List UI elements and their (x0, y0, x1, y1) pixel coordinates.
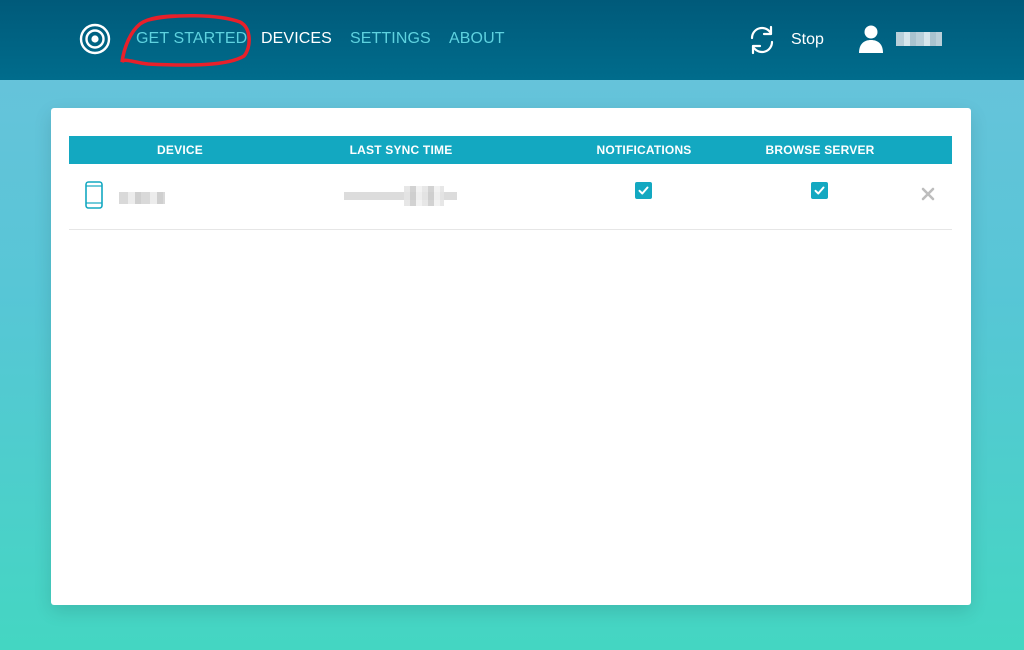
sync-icon (750, 25, 774, 55)
column-header-notifications: NOTIFICATIONS (596, 143, 692, 157)
app-logo-icon[interactable] (79, 23, 111, 55)
top-navigation-bar: GET STARTED DEVICES SETTINGS ABOUT Stop (0, 0, 1024, 80)
last-sync-time-redacted (344, 186, 457, 206)
notifications-checkbox[interactable] (635, 182, 652, 199)
remove-device-icon[interactable] (921, 187, 935, 201)
column-header-last-sync-time: LAST SYNC TIME (349, 143, 453, 157)
nav-about[interactable]: ABOUT (449, 30, 505, 48)
user-account-menu[interactable] (858, 24, 942, 54)
nav-settings[interactable]: SETTINGS (350, 30, 431, 48)
column-header-device: DEVICE (157, 143, 203, 157)
nav-devices[interactable]: DEVICES (261, 30, 332, 48)
user-name-redacted (896, 32, 942, 46)
browse-server-checkbox[interactable] (811, 182, 828, 199)
user-icon (859, 25, 883, 53)
table-header: DEVICE LAST SYNC TIME NOTIFICATIONS BROW… (69, 136, 952, 164)
table-row (69, 164, 952, 230)
devices-panel: DEVICE LAST SYNC TIME NOTIFICATIONS BROW… (51, 108, 971, 605)
phone-icon (85, 181, 103, 209)
sync-stop-button[interactable]: Stop (746, 24, 824, 56)
nav-get-started[interactable]: GET STARTED (136, 30, 247, 48)
checkmark-icon (814, 186, 825, 195)
device-name-redacted (119, 192, 165, 204)
column-header-browse-server: BROWSE SERVER (765, 143, 875, 157)
checkmark-icon (638, 186, 649, 195)
sync-stop-label: Stop (791, 31, 824, 48)
